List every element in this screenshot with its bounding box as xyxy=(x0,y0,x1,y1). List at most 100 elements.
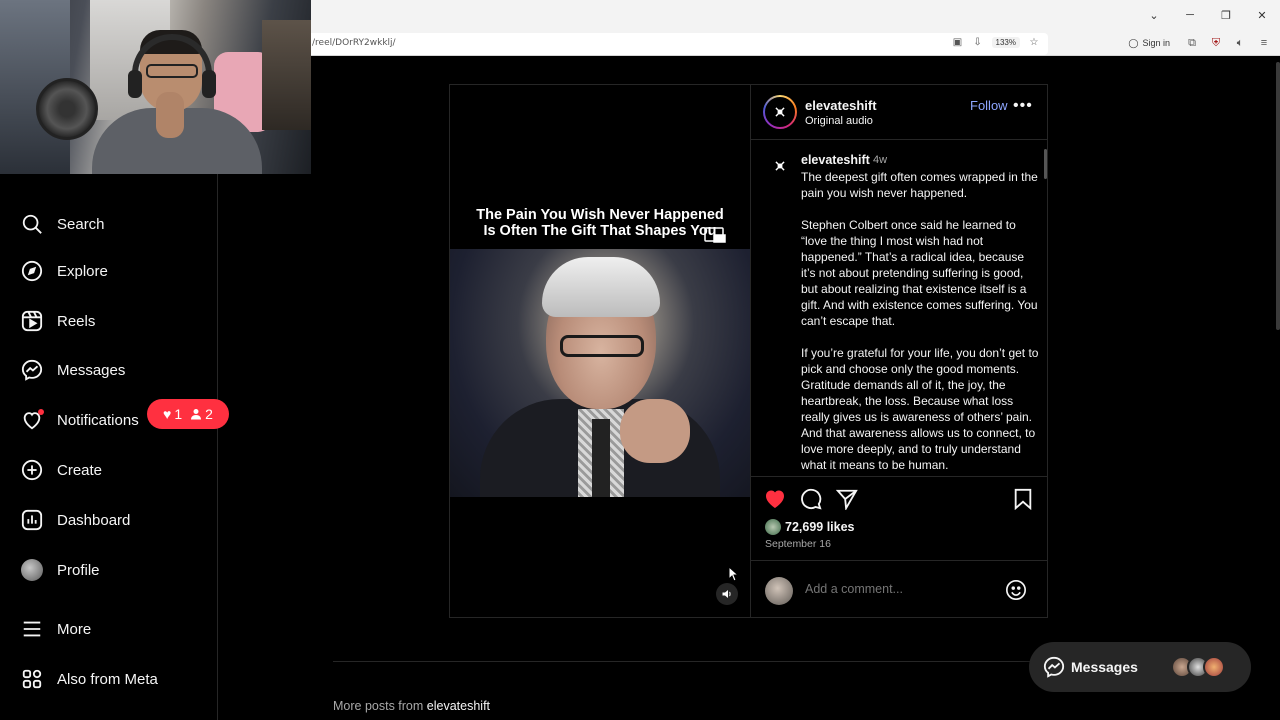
left-nav: Search Explore Reels Messages Notificati… xyxy=(0,174,229,720)
person-icon xyxy=(190,408,202,420)
search-icon xyxy=(20,212,44,236)
window-controls: ⌄ ─ ❐ ✕ xyxy=(1136,0,1280,30)
followers-count: 2 xyxy=(190,406,213,422)
star-icon[interactable]: ☆ xyxy=(1028,36,1040,48)
caption-username[interactable]: elevateshift xyxy=(801,153,870,167)
caption-comment: elevateshift 4w The deepest gift often c… xyxy=(751,141,1048,477)
video-caption-line1: The Pain You Wish Never Happened xyxy=(476,207,724,223)
avatar xyxy=(765,577,793,605)
url-text[interactable]: /reel/DOrRY2wkklj/ xyxy=(312,38,396,48)
nav-search[interactable]: Search xyxy=(20,209,105,239)
likes-count: ♥ 1 xyxy=(163,406,182,422)
post-username[interactable]: elevateshift xyxy=(805,98,877,113)
post-date[interactable]: September 16 xyxy=(765,538,831,550)
chat-avatar xyxy=(1203,656,1225,678)
picture-in-picture-icon[interactable] xyxy=(704,227,726,243)
elevateshift-logo-icon xyxy=(775,161,785,171)
avatar xyxy=(20,558,44,582)
restore-button[interactable]: ❐ xyxy=(1208,0,1244,30)
account-icon: ◯ xyxy=(1128,37,1139,48)
nav-messages[interactable]: Messages xyxy=(20,355,125,385)
follows-number: 2 xyxy=(205,406,213,422)
vf-hair xyxy=(542,257,660,317)
nav-notifications[interactable]: Notifications xyxy=(20,405,139,435)
more-posts-username[interactable]: elevateshift xyxy=(427,699,490,713)
nav-also-from-meta[interactable]: Also from Meta xyxy=(20,664,158,694)
original-audio-link[interactable]: Original audio xyxy=(805,115,873,127)
more-options-icon[interactable]: ••• xyxy=(1013,97,1033,115)
add-comment-bar xyxy=(751,560,1048,617)
messages-label: Messages xyxy=(1071,659,1138,675)
speaker-icon[interactable]: 🔈︎ xyxy=(1232,35,1248,51)
likes-summary[interactable]: 72,699 likes xyxy=(765,519,855,535)
nav-label: Explore xyxy=(57,262,108,280)
nav-label: Profile xyxy=(57,561,100,579)
minimize-button[interactable]: ─ xyxy=(1172,0,1208,30)
close-window-button[interactable]: ✕ xyxy=(1244,0,1280,30)
nav-reels[interactable]: Reels xyxy=(20,306,95,336)
nav-label: Search xyxy=(57,215,105,233)
picture-in-picture-icon[interactable]: ▣ xyxy=(952,36,964,48)
zoom-level[interactable]: 133% xyxy=(991,36,1020,48)
like-button[interactable] xyxy=(763,487,787,511)
vf-tie xyxy=(592,419,610,497)
nav-label: Notifications xyxy=(57,411,139,429)
nav-explore[interactable]: Explore xyxy=(20,256,108,286)
follow-button[interactable]: Follow xyxy=(970,98,1008,113)
messenger-icon xyxy=(1043,656,1065,678)
notifications-badge[interactable]: ♥ 1 2 xyxy=(147,399,229,429)
caption-scrollbar[interactable] xyxy=(1044,149,1047,179)
heart-icon xyxy=(20,408,44,432)
dashboard-icon xyxy=(20,508,44,532)
sign-in-label: Sign in xyxy=(1142,38,1170,48)
webcam-glasses xyxy=(146,64,198,78)
floating-messages-button[interactable]: Messages xyxy=(1029,642,1251,692)
more-posts-prefix: More posts from xyxy=(333,699,424,713)
nav-profile[interactable]: Profile xyxy=(20,555,100,585)
share-button[interactable] xyxy=(835,487,859,511)
nav-more[interactable]: More xyxy=(20,614,91,644)
nav-label: Messages xyxy=(57,361,126,379)
caption-time[interactable]: 4w xyxy=(873,154,887,166)
download-icon[interactable]: ⇩ xyxy=(972,36,984,48)
tab-list-chevron-icon[interactable]: ⌄ xyxy=(1136,0,1172,30)
caption-paragraph: Stephen Colbert once said he learned to … xyxy=(801,218,1038,328)
post-header: elevateshift Original audio Follow ••• xyxy=(751,85,1048,140)
account-avatar[interactable] xyxy=(763,95,797,129)
more-posts-heading: More posts from elevateshift xyxy=(333,699,490,713)
plus-square-icon xyxy=(20,458,44,482)
likes-count: 72,699 likes xyxy=(785,520,855,534)
vf-hand xyxy=(620,399,690,463)
webcam-hand xyxy=(156,92,184,138)
webcam-fan xyxy=(36,78,98,140)
caption-text: The deepest gift often comes wrapped in … xyxy=(801,169,1039,476)
nav-label: Reels xyxy=(57,312,96,330)
caption-avatar[interactable] xyxy=(769,155,791,177)
address-bar[interactable]: /reel/DOrRY2wkklj/ ▣ ⇩ 133% ☆ xyxy=(300,33,1048,55)
shield-icon[interactable]: ⛨ xyxy=(1208,35,1224,51)
sound-toggle-button[interactable] xyxy=(716,583,738,605)
page-scrollbar[interactable] xyxy=(1276,62,1280,330)
elevateshift-logo-icon xyxy=(775,107,785,117)
emoji-icon[interactable] xyxy=(1005,579,1027,601)
reel-post: The Pain You Wish Never Happened Is Ofte… xyxy=(449,84,1048,618)
menu-icon[interactable]: ≡ xyxy=(1256,35,1272,51)
video-frame xyxy=(450,249,750,497)
compass-icon xyxy=(20,259,44,283)
caption-paragraph: If you’re grateful for your life, you do… xyxy=(801,346,1039,472)
vf-glasses xyxy=(560,335,644,357)
send-icon xyxy=(836,489,858,510)
nav-create[interactable]: Create xyxy=(20,455,102,485)
extensions-icon[interactable]: ⧉ xyxy=(1184,35,1200,51)
webcam-earcup-left xyxy=(128,70,142,98)
comment-button[interactable] xyxy=(799,487,823,511)
webcam-earcup-right xyxy=(202,70,216,98)
mouse-cursor-icon xyxy=(728,566,740,582)
meta-apps-icon xyxy=(20,667,44,691)
nav-dashboard[interactable]: Dashboard xyxy=(20,505,130,535)
reels-icon xyxy=(20,309,44,333)
comment-input[interactable] xyxy=(805,582,995,596)
sign-in-button[interactable]: ◯ Sign in xyxy=(1122,36,1176,51)
save-button[interactable] xyxy=(1011,487,1035,511)
reel-video[interactable]: The Pain You Wish Never Happened Is Ofte… xyxy=(450,85,750,617)
